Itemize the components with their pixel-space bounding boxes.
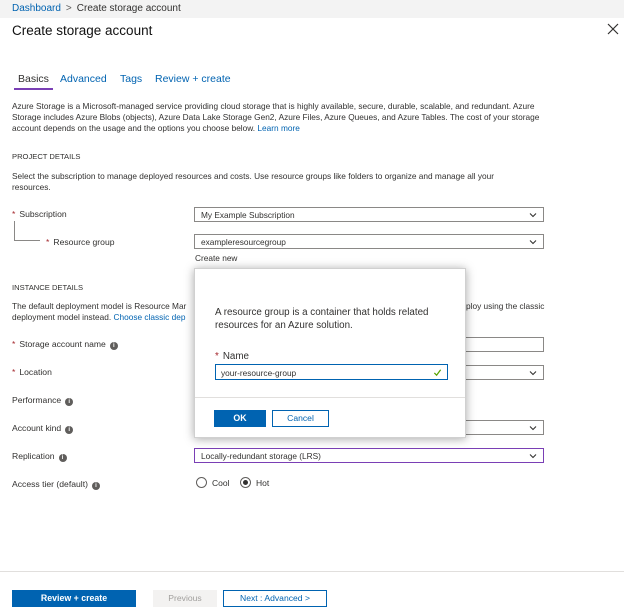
storage-account-name-label: * Storage account name i <box>12 339 118 350</box>
tab-review-create[interactable]: Review + create <box>155 73 231 85</box>
tree-connector <box>14 221 40 241</box>
performance-label: Performance i <box>12 395 74 406</box>
tab-tags[interactable]: Tags <box>120 73 142 85</box>
choose-classic-link[interactable]: Choose classic dep <box>113 312 185 322</box>
create-new-link[interactable]: Create new <box>195 253 237 263</box>
breadcrumb: Dashboard > Create storage account <box>12 3 181 14</box>
chevron-down-icon <box>529 213 537 218</box>
resource-group-select[interactable]: exampleresourcegroup <box>194 234 544 249</box>
chevron-down-icon <box>529 371 537 376</box>
popup-description: A resource group is a container that hol… <box>215 307 429 331</box>
access-tier-cool-radio[interactable] <box>196 477 207 488</box>
next-advanced-button[interactable]: Next : Advanced > <box>223 590 327 607</box>
location-label: * Location <box>12 367 52 377</box>
tab-basics[interactable]: Basics <box>14 73 53 90</box>
project-details-description: Select the subscription to manage deploy… <box>12 171 494 192</box>
page-title: Create storage account <box>12 23 153 38</box>
project-details-heading: PROJECT DETAILS <box>12 152 81 161</box>
intro-description: Azure Storage is a Microsoft-managed ser… <box>12 101 552 134</box>
instance-description-right: ploy using the classic <box>466 301 545 311</box>
chevron-down-icon <box>529 454 537 459</box>
account-kind-label: Account kind i <box>12 423 74 434</box>
cancel-button[interactable]: Cancel <box>272 410 329 427</box>
instance-description-left: The default deployment model is Resource… <box>12 301 187 311</box>
chevron-down-icon <box>529 240 537 245</box>
previous-button: Previous <box>153 590 217 607</box>
info-icon[interactable]: i <box>109 342 118 350</box>
location-select[interactable] <box>462 365 544 380</box>
access-tier-hot-radio[interactable] <box>240 477 251 488</box>
subscription-label: * Subscription <box>12 209 67 219</box>
info-icon[interactable]: i <box>91 482 100 490</box>
account-kind-select[interactable] <box>462 420 544 435</box>
popup-name-label: * Name <box>215 351 249 362</box>
access-tier-hot-label: Hot <box>256 478 270 488</box>
access-tier-label: Access tier (default) i <box>12 479 100 490</box>
resource-group-label: * Resource group <box>46 237 115 247</box>
instance-details-heading: INSTANCE DETAILS <box>12 283 84 292</box>
ok-button[interactable]: OK <box>214 410 266 427</box>
learn-more-link[interactable]: Learn more <box>257 123 299 133</box>
subscription-select[interactable]: My Example Subscription <box>194 207 544 222</box>
info-icon[interactable]: i <box>65 398 74 406</box>
popup-divider <box>195 397 465 398</box>
replication-label: Replication i <box>12 451 67 462</box>
create-resource-group-popup: A resource group is a container that hol… <box>194 268 466 438</box>
info-icon[interactable]: i <box>58 454 67 462</box>
footer-divider <box>0 571 624 572</box>
breadcrumb-dashboard-link[interactable]: Dashboard <box>12 3 61 14</box>
breadcrumb-current: Create storage account <box>76 3 181 14</box>
review-create-button[interactable]: Review + create <box>12 590 136 607</box>
replication-select[interactable]: Locally-redundant storage (LRS) <box>194 448 544 463</box>
resource-group-name-input[interactable]: your-resource-group <box>215 364 448 380</box>
access-tier-cool-label: Cool <box>212 478 230 488</box>
breadcrumb-separator: > <box>65 3 72 14</box>
tab-advanced[interactable]: Advanced <box>60 73 107 85</box>
close-icon[interactable] <box>606 22 620 36</box>
checkmark-icon <box>433 369 442 377</box>
storage-account-name-input[interactable] <box>462 337 544 352</box>
chevron-down-icon <box>529 426 537 431</box>
info-icon[interactable]: i <box>65 426 74 434</box>
instance-description-line2: deployment model instead. Choose classic… <box>12 312 186 322</box>
